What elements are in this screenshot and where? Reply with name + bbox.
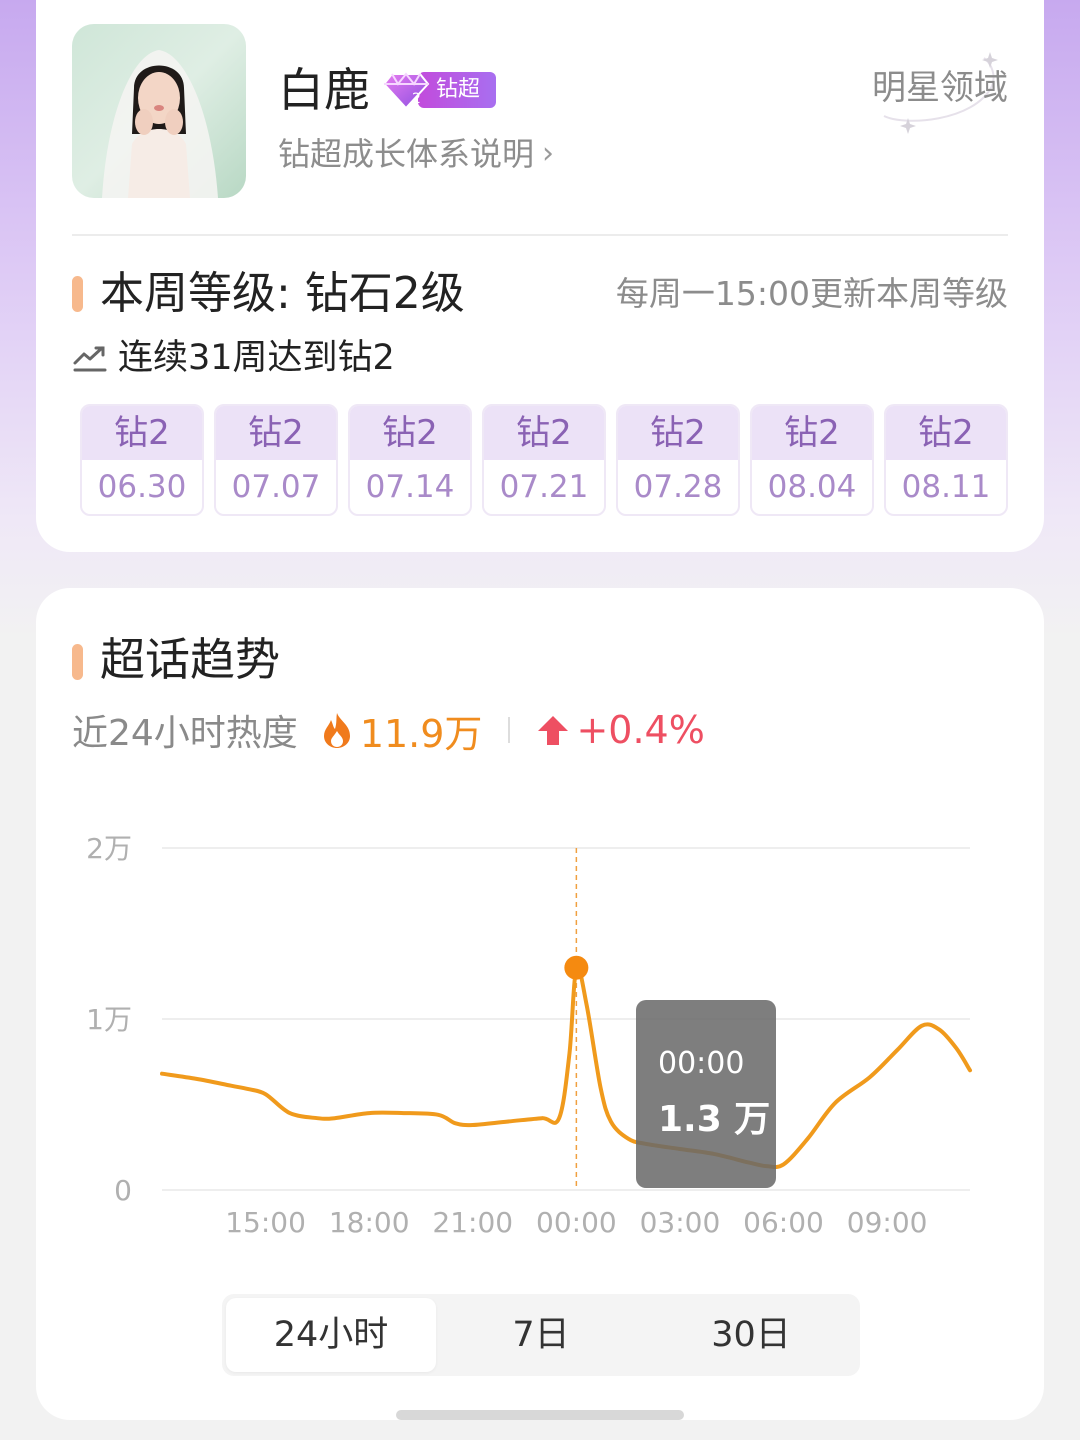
tab-24h[interactable]: 24小时 bbox=[226, 1298, 436, 1372]
x-tick-label: 03:00 bbox=[640, 1206, 721, 1239]
heat-value: 11.9万 bbox=[359, 711, 483, 756]
week-level: 钻2 bbox=[216, 406, 336, 460]
diamond-icon: 2 bbox=[382, 72, 430, 110]
week-item: 钻2 07.21 bbox=[482, 404, 606, 516]
badge-level: 2 bbox=[412, 91, 421, 107]
week-level: 钻2 bbox=[752, 406, 872, 460]
week-date: 07.21 bbox=[499, 469, 589, 505]
update-note: 每周一15:00更新本周等级 bbox=[615, 274, 1008, 313]
streak-text: 连续31周达到钻2 bbox=[118, 338, 395, 378]
week-item: 钻2 07.28 bbox=[616, 404, 740, 516]
chevron-right-icon: › bbox=[542, 136, 555, 171]
x-tick-label: 15:00 bbox=[225, 1206, 306, 1239]
heat-summary: 近24小时热度 11.9万 +0.4% bbox=[72, 704, 705, 756]
week-item: 钻2 08.11 bbox=[884, 404, 1008, 516]
section-accent-bar bbox=[72, 276, 83, 312]
heat-label: 近24小时热度 bbox=[72, 713, 298, 754]
trend-card: 超话趋势 近24小时热度 11.9万 +0.4% 2万 1万 0 15:00 18:00… bbox=[36, 588, 1044, 1420]
star-name: 白鹿 bbox=[278, 63, 370, 117]
week-item: 钻2 07.07 bbox=[214, 404, 338, 516]
x-tick-label: 21:00 bbox=[432, 1206, 513, 1239]
y-tick-label: 0 bbox=[114, 1174, 132, 1207]
avatar-image bbox=[72, 24, 246, 198]
chart-tooltip: 00:00 1.3 万 bbox=[636, 1000, 776, 1188]
x-tick-label: 09:00 bbox=[847, 1206, 928, 1239]
growth-link-label: 钻超成长体系说明 bbox=[278, 135, 535, 173]
week-date: 07.14 bbox=[365, 469, 455, 505]
tab-30d[interactable]: 30日 bbox=[646, 1298, 856, 1372]
trend-title: 超话趋势 bbox=[100, 633, 281, 686]
weekly-level-title: 本周等级: 钻石2级 bbox=[100, 268, 465, 319]
series-line bbox=[160, 964, 972, 1170]
flame-icon bbox=[323, 713, 350, 748]
arrow-up-icon bbox=[538, 716, 569, 745]
weekly-level-history: 钻2 06.30 钻2 07.07 钻2 07.14 钻2 07.21 钻2 07.28 … bbox=[80, 404, 1008, 516]
heat-change: +0.4% bbox=[576, 708, 705, 752]
tooltip-value: 1.3 万 bbox=[658, 1099, 771, 1140]
highlight-point bbox=[564, 955, 589, 980]
diamond-super-badge[interactable]: 2 钻超 bbox=[382, 70, 496, 110]
separator bbox=[508, 717, 511, 743]
avatar[interactable] bbox=[72, 24, 246, 198]
week-item: 钻2 07.14 bbox=[348, 404, 472, 516]
x-tick-label: 06:00 bbox=[743, 1206, 824, 1239]
y-tick-label: 2万 bbox=[86, 832, 132, 865]
week-level: 钻2 bbox=[82, 406, 202, 460]
week-date: 08.11 bbox=[901, 469, 991, 505]
growth-system-link[interactable]: 钻超成长体系说明 › bbox=[278, 132, 554, 176]
divider bbox=[72, 234, 1008, 236]
week-item: 钻2 08.04 bbox=[750, 404, 874, 516]
domain-label[interactable]: 明星领域 bbox=[872, 64, 1008, 112]
trend-up-icon bbox=[73, 346, 107, 372]
x-tick-label: 18:00 bbox=[329, 1206, 410, 1239]
tooltip-time: 00:00 bbox=[658, 1046, 745, 1081]
week-date: 08.04 bbox=[767, 469, 857, 505]
home-indicator bbox=[396, 1410, 684, 1420]
section-accent-bar bbox=[72, 644, 83, 680]
week-level: 钻2 bbox=[618, 406, 738, 460]
trend-chart[interactable]: 2万 1万 0 15:00 18:00 21:00 00:00 03:00 06:00 09:00 bbox=[36, 808, 1044, 1248]
week-date: 07.28 bbox=[633, 469, 723, 505]
week-level: 钻2 bbox=[886, 406, 1006, 460]
week-item: 钻2 06.30 bbox=[80, 404, 204, 516]
tab-7d[interactable]: 7日 bbox=[436, 1298, 646, 1372]
x-tick-label: 00:00 bbox=[536, 1206, 617, 1239]
week-date: 06.30 bbox=[97, 469, 187, 505]
range-selector: 24小时 7日 30日 bbox=[222, 1294, 860, 1376]
week-level: 钻2 bbox=[484, 406, 604, 460]
streak-row: 连续31周达到钻2 bbox=[72, 334, 395, 382]
y-tick-label: 1万 bbox=[86, 1003, 132, 1036]
week-level: 钻2 bbox=[350, 406, 470, 460]
week-date: 07.07 bbox=[231, 469, 321, 505]
profile-card: 白鹿 2 钻超 钻超成长体系说明 › 明星领域 本周等级: 钻石2级 每周一15… bbox=[36, 0, 1044, 552]
